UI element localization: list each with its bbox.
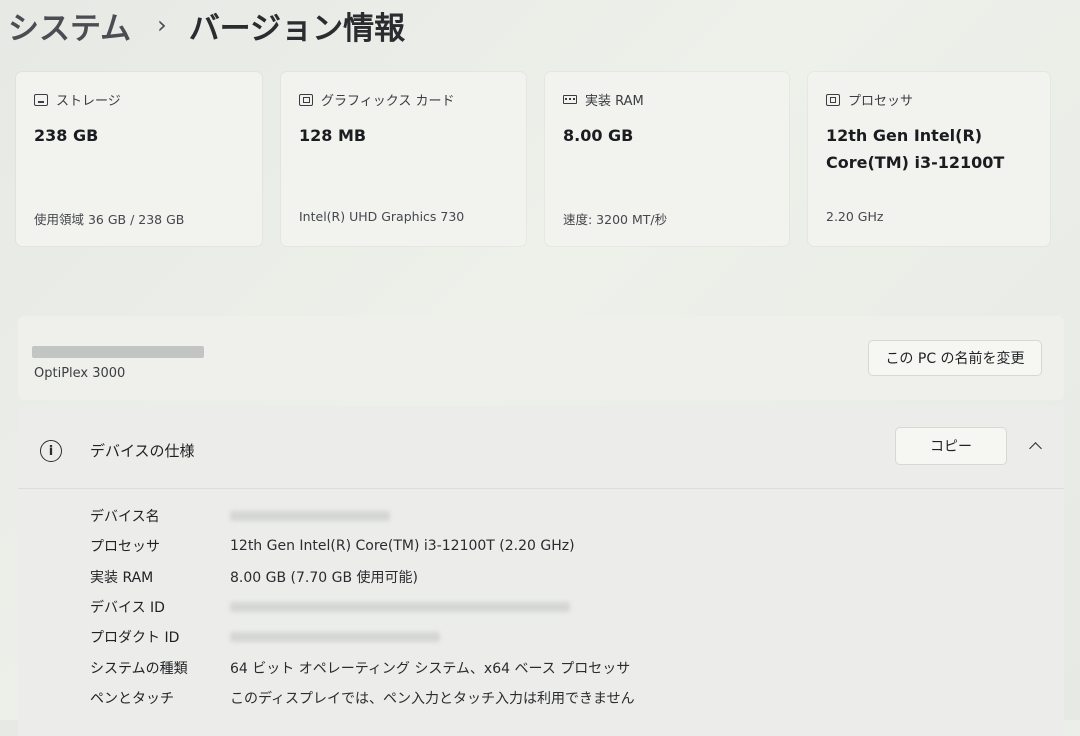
processor-icon (826, 93, 840, 106)
card-value: 12th Gen Intel(R) Core(TM) i3-12100T (826, 122, 1004, 176)
spec-row-system-type: システムの種類 64 ビット オペレーティング システム、x64 ベース プロセ… (90, 653, 630, 683)
redacted-value (230, 632, 440, 642)
ram-icon (563, 95, 577, 104)
device-specs-panel: i デバイスの仕様 コピー デバイス名 プロセッサ 12th Gen Intel… (18, 406, 1064, 736)
card-value-line1: 12th Gen Intel(R) (826, 126, 983, 145)
card-label: グラフィックス カード (321, 94, 455, 109)
card-subtext: 2.20 GHz (826, 209, 884, 224)
card-ram[interactable]: 実装 RAM 8.00 GB 速度: 3200 MT/秒 (545, 72, 789, 246)
breadcrumb: システム › バージョン情報 (8, 2, 405, 48)
pc-model: OptiPlex 3000 (34, 366, 126, 381)
spec-value: 12th Gen Intel(R) Core(TM) i3-12100T (2.… (230, 538, 575, 554)
device-specs-header[interactable]: i デバイスの仕様 コピー (18, 406, 1064, 489)
redacted-value (230, 602, 570, 612)
card-label: 実装 RAM (585, 94, 644, 109)
card-value: 128 MB (299, 126, 367, 145)
device-specs-title: デバイスの仕様 (90, 442, 195, 460)
rename-pc-button[interactable]: この PC の名前を変更 (868, 340, 1042, 376)
card-value-line2: Core(TM) i3-12100T (826, 153, 1005, 172)
card-subtext: 使用領域 36 GB / 238 GB (34, 212, 185, 227)
spec-value: 8.00 GB (7.70 GB 使用可能) (230, 570, 418, 586)
spec-row-device-id: デバイス ID (90, 592, 570, 622)
gpu-icon (299, 93, 313, 106)
card-subtext: 速度: 3200 MT/秒 (563, 212, 668, 227)
card-storage[interactable]: ストレージ 238 GB 使用領域 36 GB / 238 GB (16, 72, 262, 246)
page-title: バージョン情報 (188, 10, 406, 47)
spec-row-device-name: デバイス名 (90, 501, 390, 531)
spec-row-processor: プロセッサ 12th Gen Intel(R) Core(TM) i3-1210… (90, 531, 575, 561)
card-value: 8.00 GB (563, 126, 634, 145)
spec-value: 64 ビット オペレーティング システム、x64 ベース プロセッサ (230, 661, 631, 677)
card-label: ストレージ (56, 94, 121, 109)
spec-label: 実装 RAM (90, 570, 154, 586)
spec-label: デバイス名 (90, 509, 160, 525)
chevron-up-icon[interactable] (1029, 440, 1041, 452)
spec-value: このディスプレイでは、ペン入力とタッチ入力は利用できません (230, 691, 635, 707)
info-icon: i (40, 440, 62, 462)
spec-label: ペンとタッチ (90, 691, 174, 707)
spec-row-ram: 実装 RAM 8.00 GB (7.70 GB 使用可能) (90, 562, 418, 592)
spec-label: プロセッサ (90, 539, 160, 555)
spec-row-pen-touch: ペンとタッチ このディスプレイでは、ペン入力とタッチ入力は利用できません (90, 683, 635, 713)
spec-label: プロダクト ID (90, 630, 180, 646)
storage-icon (34, 93, 48, 106)
pc-name-panel: OptiPlex 3000 この PC の名前を変更 (18, 316, 1064, 400)
chevron-right-icon: › (157, 11, 167, 39)
card-subtext: Intel(R) UHD Graphics 730 (299, 209, 465, 224)
redacted-value (230, 511, 390, 521)
spec-row-product-id: プロダクト ID (90, 622, 440, 652)
copy-button[interactable]: コピー (895, 427, 1007, 465)
spec-label: デバイス ID (90, 600, 165, 616)
breadcrumb-parent-system[interactable]: システム (8, 3, 131, 48)
card-processor[interactable]: プロセッサ 12th Gen Intel(R) Core(TM) i3-1210… (808, 72, 1050, 246)
card-graphics[interactable]: グラフィックス カード 128 MB Intel(R) UHD Graphics… (281, 72, 526, 246)
pc-name-redacted (32, 346, 204, 358)
card-label: プロセッサ (848, 94, 914, 109)
spec-label: システムの種類 (90, 661, 188, 677)
card-value: 238 GB (34, 126, 99, 145)
